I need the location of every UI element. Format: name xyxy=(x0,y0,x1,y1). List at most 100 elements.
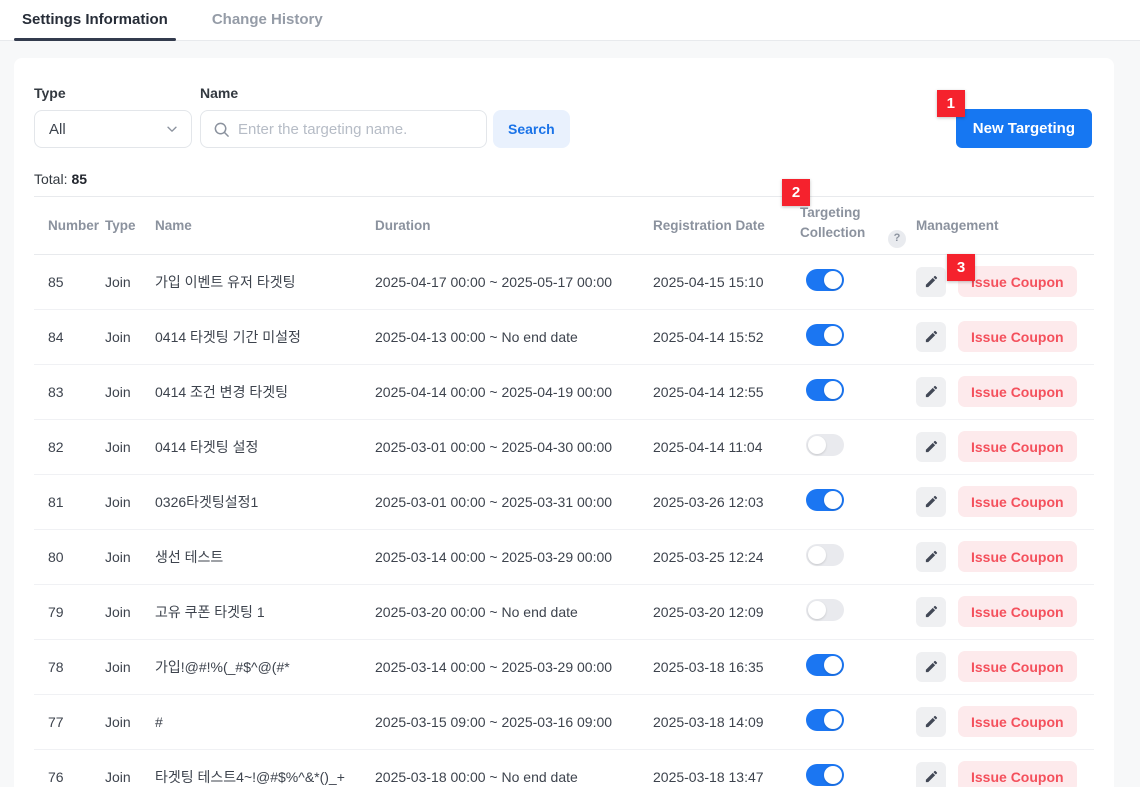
cell-type: Join xyxy=(105,549,155,565)
cell-registration-date: 2025-03-25 12:24 xyxy=(653,549,800,565)
table-row: 85 Join 가입 이벤트 유저 타겟팅 2025-04-17 00:00 ~… xyxy=(34,255,1094,310)
cell-registration-date: 2025-04-14 15:52 xyxy=(653,329,800,345)
toggle-knob xyxy=(824,656,842,674)
issue-coupon-button[interactable]: Issue Coupon xyxy=(958,761,1077,787)
pencil-icon xyxy=(924,274,939,289)
targeting-collection-toggle[interactable] xyxy=(806,269,844,291)
cell-registration-date: 2025-03-26 12:03 xyxy=(653,494,800,510)
targeting-collection-toggle[interactable] xyxy=(806,599,844,621)
tab-settings-information[interactable]: Settings Information xyxy=(20,11,170,40)
cell-type: Join xyxy=(105,604,155,620)
cell-targeting-collection xyxy=(800,324,916,349)
table-row: 77 Join # 2025-03-15 09:00 ~ 2025-03-16 … xyxy=(34,695,1094,750)
cell-type: Join xyxy=(105,439,155,455)
edit-button[interactable] xyxy=(916,377,946,407)
edit-button[interactable] xyxy=(916,762,946,787)
edit-button[interactable] xyxy=(916,322,946,352)
cell-targeting-collection xyxy=(800,709,916,734)
toggle-knob xyxy=(824,711,842,729)
header-duration: Duration xyxy=(375,218,653,233)
cell-name: 0414 타겟팅 설정 xyxy=(155,437,375,457)
edit-button[interactable] xyxy=(916,487,946,517)
cell-registration-date: 2025-03-18 14:09 xyxy=(653,714,800,730)
cell-management: Issue Coupon xyxy=(916,541,1094,572)
table-row: 81 Join 0326타겟팅설정1 2025-03-01 00:00 ~ 20… xyxy=(34,475,1094,530)
tab-bar: Settings Information Change History xyxy=(0,0,1140,41)
pencil-icon xyxy=(924,659,939,674)
cell-name: 0326타겟팅설정1 xyxy=(155,492,375,512)
total-value: 85 xyxy=(71,171,87,187)
cell-duration: 2025-03-14 00:00 ~ 2025-03-29 00:00 xyxy=(375,549,653,565)
cell-number: 78 xyxy=(34,659,105,675)
settings-card: Type All Name xyxy=(14,58,1114,787)
pencil-icon xyxy=(924,329,939,344)
table-row: 80 Join 생선 테스트 2025-03-14 00:00 ~ 2025-0… xyxy=(34,530,1094,585)
cell-registration-date: 2025-04-15 15:10 xyxy=(653,274,800,290)
cell-name: 생선 테스트 xyxy=(155,547,375,567)
cell-duration: 2025-04-14 00:00 ~ 2025-04-19 00:00 xyxy=(375,384,653,400)
cell-duration: 2025-04-17 00:00 ~ 2025-05-17 00:00 xyxy=(375,274,653,290)
cell-number: 80 xyxy=(34,549,105,565)
cell-type: Join xyxy=(105,769,155,785)
header-registration-date: Registration Date xyxy=(653,218,800,233)
new-targeting-button[interactable]: New Targeting xyxy=(956,109,1092,148)
cell-duration: 2025-03-18 00:00 ~ No end date xyxy=(375,769,653,785)
issue-coupon-button[interactable]: Issue Coupon xyxy=(958,376,1077,407)
toggle-knob xyxy=(808,601,826,619)
targeting-collection-toggle[interactable] xyxy=(806,489,844,511)
cell-registration-date: 2025-04-14 11:04 xyxy=(653,439,800,455)
edit-button[interactable] xyxy=(916,432,946,462)
cell-number: 76 xyxy=(34,769,105,785)
cell-duration: 2025-03-01 00:00 ~ 2025-04-30 00:00 xyxy=(375,439,653,455)
targeting-collection-toggle[interactable] xyxy=(806,544,844,566)
new-targeting-wrap: 1 New Targeting xyxy=(956,109,1092,148)
issue-coupon-button[interactable]: Issue Coupon xyxy=(958,266,1077,297)
issue-coupon-button[interactable]: Issue Coupon xyxy=(958,321,1077,352)
targeting-collection-toggle[interactable] xyxy=(806,379,844,401)
help-icon[interactable]: ? xyxy=(888,230,906,248)
targeting-collection-toggle[interactable] xyxy=(806,709,844,731)
targeting-collection-toggle[interactable] xyxy=(806,654,844,676)
pencil-icon xyxy=(924,769,939,784)
edit-button[interactable] xyxy=(916,597,946,627)
issue-coupon-button[interactable]: Issue Coupon xyxy=(958,596,1077,627)
callout-badge-1: 1 xyxy=(937,90,965,117)
issue-coupon-button[interactable]: Issue Coupon xyxy=(958,706,1077,737)
cell-management: Issue Coupon xyxy=(916,486,1094,517)
cell-type: Join xyxy=(105,384,155,400)
toggle-knob xyxy=(824,381,842,399)
header-name: Name xyxy=(155,218,375,233)
issue-coupon-button[interactable]: Issue Coupon xyxy=(958,486,1077,517)
issue-coupon-button[interactable]: Issue Coupon xyxy=(958,541,1077,572)
type-select[interactable]: All xyxy=(34,110,192,148)
cell-management: Issue Coupon xyxy=(916,596,1094,627)
tab-change-history[interactable]: Change History xyxy=(210,11,325,40)
cell-name: 고유 쿠폰 타겟팅 1 xyxy=(155,602,375,622)
header-management: Management xyxy=(916,218,1094,233)
cell-management: Issue Coupon xyxy=(916,706,1094,737)
edit-button[interactable] xyxy=(916,267,946,297)
table-row: 83 Join 0414 조건 변경 타겟팅 2025-04-14 00:00 … xyxy=(34,365,1094,420)
search-button[interactable]: Search xyxy=(493,110,570,148)
cell-duration: 2025-03-01 00:00 ~ 2025-03-31 00:00 xyxy=(375,494,653,510)
edit-button[interactable] xyxy=(916,707,946,737)
targeting-name-input[interactable] xyxy=(238,121,474,138)
edit-button[interactable] xyxy=(916,542,946,572)
type-select-value: All xyxy=(49,121,66,138)
targeting-collection-toggle[interactable] xyxy=(806,434,844,456)
name-label: Name xyxy=(200,85,570,101)
cell-management: Issue Coupon xyxy=(916,651,1094,682)
issue-coupon-button[interactable]: Issue Coupon xyxy=(958,651,1077,682)
cell-type: Join xyxy=(105,659,155,675)
targeting-collection-toggle[interactable] xyxy=(806,324,844,346)
cell-name: 0414 타겟팅 기간 미설정 xyxy=(155,327,375,347)
targeting-collection-toggle[interactable] xyxy=(806,764,844,786)
callout-badge-2: 2 xyxy=(782,179,810,206)
pencil-icon xyxy=(924,549,939,564)
cell-type: Join xyxy=(105,274,155,290)
cell-management: Issue Coupon xyxy=(916,321,1094,352)
cell-registration-date: 2025-03-18 13:47 xyxy=(653,769,800,785)
issue-coupon-button[interactable]: Issue Coupon xyxy=(958,431,1077,462)
edit-button[interactable] xyxy=(916,652,946,682)
cell-name: 가입!@#!%(_#$^@(#* xyxy=(155,657,375,677)
